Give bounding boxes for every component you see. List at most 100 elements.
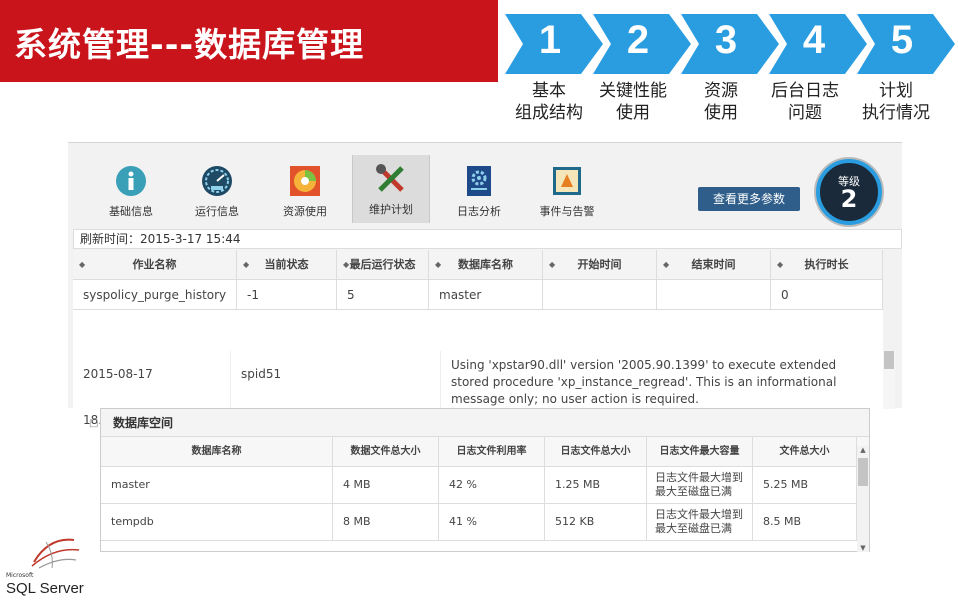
log-scrollbar[interactable] [883,351,895,409]
column-header[interactable]: 日志文件总大小 [545,437,647,466]
column-header[interactable]: ◆ 结束时间 [657,250,771,279]
step-label-line2: 组成结构 [515,103,583,123]
tab-events-alarms[interactable]: 事件与告警 [528,157,606,223]
column-header[interactable]: ◆ 最后运行状态 [337,250,429,279]
column-header[interactable]: ◆ 当前状态 [237,250,337,279]
database-name-cell: master [429,280,543,309]
sql-server-logo: Microsoft SQL Server [4,532,94,600]
data-size-cell: 4 MB [333,467,439,503]
step-5-label: 计划 执行情况 [851,80,941,124]
log-max-cell: 日志文件最大增到最大至磁盘已满 [647,504,753,540]
db-table-header: 数据库名称 数据文件总大小 日志文件利用率 日志文件总大小 日志文件最大容量 文… [101,437,869,467]
tab-label: 运行信息 [195,205,239,218]
column-header[interactable]: ◆ 开始时间 [543,250,657,279]
column-header[interactable]: ◆ 执行时长 [771,250,883,279]
panel-title: 数据库空间 [101,409,869,437]
table-row[interactable]: syspolicy_purge_history -1 5 master 0 [73,280,883,310]
step-4: 4 [769,14,867,74]
info-icon [115,165,147,197]
logo-brand: Microsoft [6,572,34,579]
total-size-cell: 8.5 MB [753,504,857,540]
db-name-cell: master [101,467,333,503]
toolbar: 基础信息 运行信息 资源使用 维护计划 日志分析 事件与告警 查看更多参数 等级… [68,143,902,229]
refresh-time: 刷新时间：2015-3-17 15:44 [73,229,902,249]
db-scrollbar[interactable]: ▲ ▼ [857,446,869,552]
sql-server-logo-icon [31,538,80,569]
tab-label: 日志分析 [457,205,501,218]
tab-run-info[interactable]: 运行信息 [178,157,256,223]
level-badge: 等级 2 [816,159,882,225]
step-2-label: 关键性能 使用 [588,80,678,124]
pie-chart-icon [289,165,321,197]
step-5: 5 [857,14,955,74]
tab-log-analysis[interactable]: 日志分析 [440,157,518,223]
page-title: 系统管理---数据库管理 [14,25,365,64]
step-number: 4 [802,18,826,62]
column-header[interactable]: 日志文件最大容量 [647,437,753,466]
step-label-line1: 关键性能 [599,81,667,101]
job-name-cell: syspolicy_purge_history [73,280,237,309]
step-label-line2: 使用 [704,103,738,123]
log-size-cell: 512 KB [545,504,647,540]
log-spid-cell: spid51 [231,351,441,409]
tab-maintenance-plan[interactable]: 维护计划 [352,155,430,223]
jobs-table: ◆ 作业名称 ◆ 当前状态 ◆ 最后运行状态 ◆ 数据库名称 ◆ 开始时间 ◆ 结束时间 ◆… [73,250,883,351]
title-banner: 系统管理---数据库管理 [0,0,498,82]
log-max-cell: 日志文件最大增到最大至磁盘已满 [647,467,753,503]
database-space-panel: 数据库空间 数据库名称 数据文件总大小 日志文件利用率 日志文件总大小 日志文件… [100,408,870,552]
step-label-line1: 后台日志 [771,81,839,101]
tools-icon [375,163,407,195]
tab-label: 事件与告警 [539,205,595,218]
sort-icon: ◆ [343,260,350,269]
tab-label: 维护计划 [369,203,413,216]
level-value: 2 [840,185,858,213]
step-label-line2: 使用 [616,103,650,123]
column-header[interactable]: 文件总大小 [753,437,857,466]
step-number: 5 [890,18,914,62]
column-header[interactable]: ◆ 数据库名称 [429,250,543,279]
db-name-cell: tempdb [101,504,333,540]
step-label-line1: 资源 [704,81,738,101]
scroll-down-icon[interactable]: ▼ [857,544,869,552]
log-message-cell: Using 'xpstar90.dll' version '2005.90.13… [451,358,837,406]
column-header[interactable]: 日志文件利用率 [439,437,545,466]
sort-icon: ◆ [243,260,250,269]
sort-icon: ◆ [663,260,670,269]
total-size-cell: 5.25 MB [753,467,857,503]
tab-resource-usage[interactable]: 资源使用 [266,157,344,223]
tab-label: 基础信息 [109,205,153,218]
table-row[interactable]: tempdb 8 MB 41 % 512 KB 日志文件最大增到最大至磁盘已满 … [101,504,869,541]
log-entry-row[interactable]: 2015-08-17 18.11.48.07 spid51 Using 'xps… [73,351,883,427]
alarm-icon [551,165,583,197]
step-number: 3 [714,18,738,62]
step-4-label: 后台日志 问题 [760,80,850,124]
current-status-cell: -1 [237,280,337,309]
column-header[interactable]: 数据库名称 [101,437,333,466]
tab-basic-info[interactable]: 基础信息 [92,157,170,223]
logo-product: SQL Server [6,580,84,597]
sort-icon: ◆ [777,260,784,269]
gauge-icon [201,165,233,197]
log-size-cell: 1.25 MB [545,467,647,503]
sort-icon: ◆ [549,260,556,269]
scrollbar-thumb[interactable] [858,458,868,486]
collapse-icon[interactable]: □ [89,418,98,429]
log-usage-cell: 42 % [439,467,545,503]
column-header[interactable]: ◆ 作业名称 [73,250,237,279]
step-label-line2: 执行情况 [862,103,930,123]
step-label-line1: 基本 [532,81,566,101]
log-time-cell: 2015-08-17 18.11.48.07 [73,351,231,427]
scroll-up-icon[interactable]: ▲ [857,446,869,454]
step-number: 2 [626,18,650,62]
scrollbar-thumb[interactable] [884,351,894,369]
end-time-cell [657,280,771,309]
step-progress: 1 2 3 4 5 [505,14,955,74]
step-label-line2: 问题 [788,103,822,123]
app-window: 基础信息 运行信息 资源使用 维护计划 日志分析 事件与告警 查看更多参数 等级… [68,142,902,427]
tab-label: 资源使用 [283,205,327,218]
step-1-label: 基本 组成结构 [504,80,594,124]
view-more-params-button[interactable]: 查看更多参数 [698,187,800,211]
column-header[interactable]: 数据文件总大小 [333,437,439,466]
table-row[interactable]: master 4 MB 42 % 1.25 MB 日志文件最大增到最大至磁盘已满… [101,467,869,504]
log-usage-cell: 41 % [439,504,545,540]
